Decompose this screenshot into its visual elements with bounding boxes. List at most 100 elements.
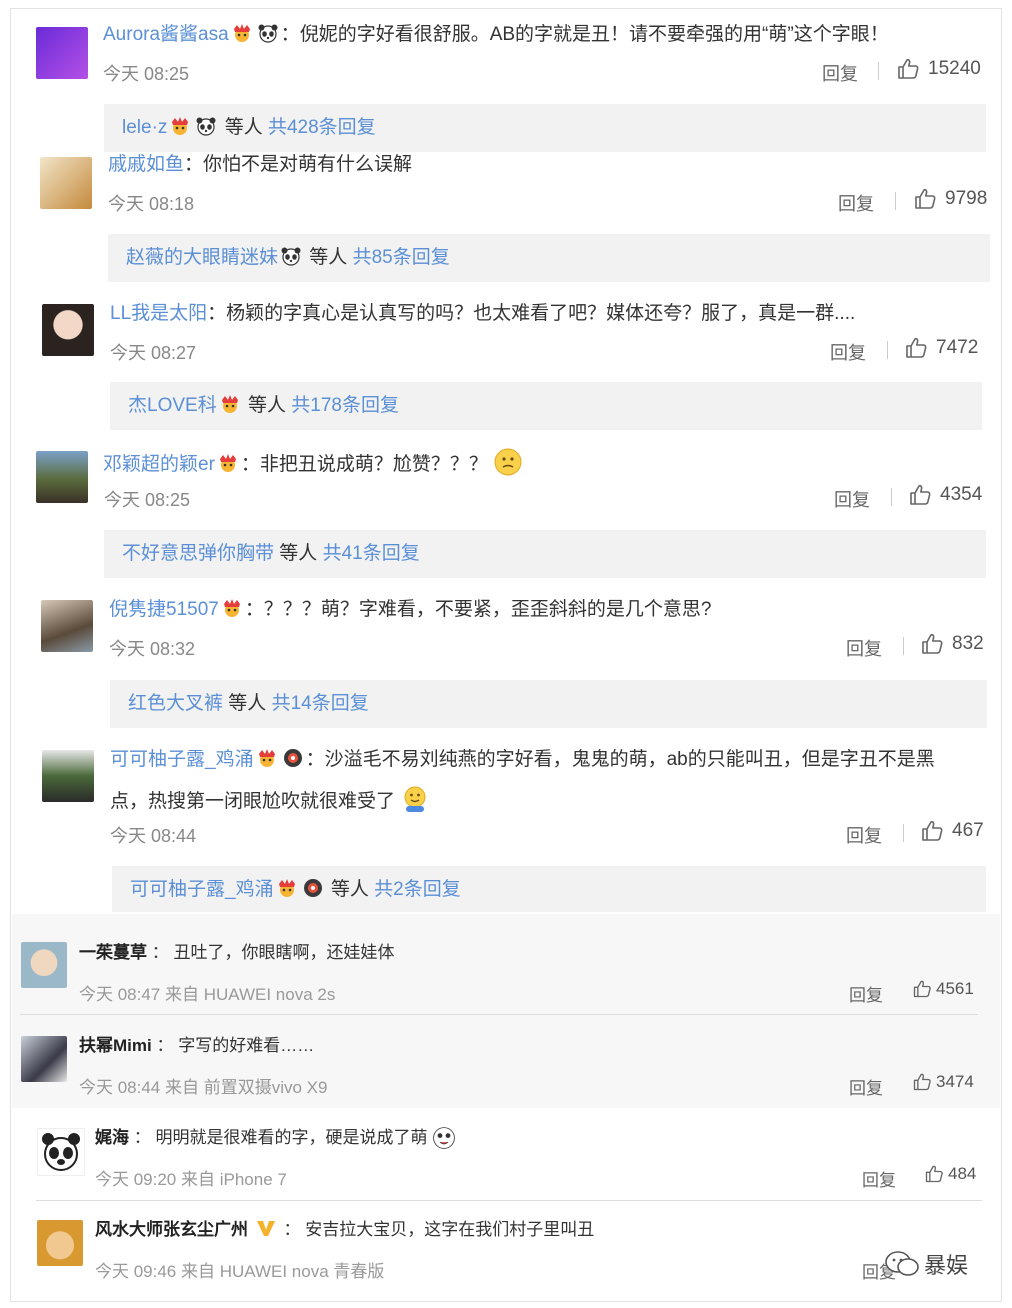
- reply-count-link[interactable]: 共85条回复: [353, 247, 450, 268]
- reply-button[interactable]: 回复: [846, 822, 882, 848]
- crown-badge-icon: [231, 23, 253, 43]
- thumb-up-icon: [920, 819, 944, 843]
- crown-badge-icon: [256, 748, 278, 768]
- sub-replies-box[interactable]: 红色大叉裤 等人 共14条回复: [110, 680, 987, 728]
- avatar[interactable]: [37, 1220, 83, 1266]
- like-button[interactable]: 7472: [904, 336, 978, 360]
- crown-badge-icon: [169, 116, 191, 136]
- like-button[interactable]: 484: [924, 1164, 976, 1184]
- divider: [903, 824, 904, 842]
- avatar[interactable]: [36, 27, 88, 79]
- reply-button[interactable]: 回复: [834, 486, 870, 512]
- reply-button[interactable]: 回复: [830, 339, 866, 365]
- comment-text: LL我是太阳：杨颖的字真心是认真写的吗？也太难看了吧？媒体还夸？服了，真是一群.…: [110, 301, 855, 327]
- reply-count-link[interactable]: 共428条回复: [268, 117, 376, 138]
- reply-count-link[interactable]: 共41条回复: [323, 543, 420, 564]
- avatar[interactable]: [40, 157, 92, 209]
- watermark-text: 暴娱: [924, 1253, 969, 1278]
- sub-user-name[interactable]: lele·z: [122, 117, 167, 138]
- reply-count-link[interactable]: 共2条回复: [374, 879, 461, 900]
- sub-replies-box[interactable]: 不好意思弹你胸带 等人 共41条回复: [104, 530, 986, 578]
- colon: ：: [240, 454, 260, 475]
- timestamp-source: 今天 08:44 来自 前置双摄vivo X9: [79, 1078, 328, 1097]
- avatar[interactable]: [21, 1036, 67, 1082]
- reply-count-link[interactable]: 共14条回复: [272, 693, 369, 714]
- others-label: 等人: [224, 117, 263, 138]
- sub-user-name[interactable]: 可可柚子露_鸡涌: [130, 879, 274, 900]
- others-label: 等人: [309, 247, 348, 268]
- user-name[interactable]: 邓颖超的颖er: [103, 454, 215, 475]
- like-count: 3474: [936, 1072, 974, 1091]
- comment-body-cont: 点，热搜第一闭眼尬吹就很难受了: [110, 791, 396, 812]
- reply-button[interactable]: 回复: [849, 1074, 883, 1099]
- user-name[interactable]: 倪隽捷51507: [109, 599, 219, 620]
- reply-button[interactable]: 回复: [862, 1166, 896, 1191]
- colon: ：: [283, 1220, 301, 1239]
- user-name[interactable]: 可可柚子露_鸡涌: [110, 749, 254, 770]
- like-button[interactable]: 3474: [912, 1072, 974, 1092]
- sub-user-name[interactable]: 红色大叉裤: [128, 693, 223, 714]
- user-name[interactable]: 一茱蔓草: [79, 943, 147, 962]
- sub-replies-box[interactable]: lele·z 等人 共428条回复: [104, 104, 986, 152]
- divider: [903, 637, 904, 655]
- panda-avatar-icon: [42, 1133, 80, 1171]
- comment-text: 娓海 ： 明明就是很难看的字，硬是说成了萌: [95, 1125, 456, 1151]
- like-count: 4354: [940, 484, 983, 505]
- like-count: 7472: [936, 337, 979, 358]
- crown-badge-icon: [276, 878, 298, 898]
- colon: ：: [280, 24, 300, 45]
- user-name[interactable]: 风水大师张玄尘广州: [95, 1220, 248, 1239]
- avatar[interactable]: [42, 304, 94, 356]
- like-button[interactable]: 4354: [908, 483, 982, 507]
- like-button[interactable]: 9798: [913, 187, 987, 211]
- sub-replies-box[interactable]: 可可柚子露_鸡涌 等人 共2条回复: [112, 866, 986, 912]
- like-button[interactable]: 15240: [896, 57, 981, 81]
- sub-user-name[interactable]: 不好意思弹你胸带: [122, 543, 274, 564]
- user-name[interactable]: 戚戚如鱼: [108, 154, 184, 175]
- others-label: 等人: [330, 879, 369, 900]
- user-name[interactable]: LL我是太阳: [110, 303, 207, 324]
- comment-body: 沙溢毛不易刘纯燕的字好看，鬼鬼的萌，ab的只能叫丑，但是字丑不是黑: [324, 749, 935, 770]
- comment-body: 字写的好难看……: [178, 1036, 315, 1055]
- verified-v-icon: [255, 1218, 277, 1238]
- like-button[interactable]: 4561: [912, 979, 974, 999]
- comment-text: 戚戚如鱼：你怕不是对萌有什么误解: [108, 152, 412, 178]
- user-name[interactable]: 扶幂Mimi: [79, 1036, 152, 1055]
- avatar[interactable]: [21, 942, 67, 988]
- thinking-emoji-icon: [494, 448, 522, 476]
- user-name[interactable]: Aurora酱酱asa: [103, 24, 229, 45]
- others-label: 等人: [279, 543, 318, 564]
- crown-badge-icon: [219, 394, 241, 414]
- sub-user-name[interactable]: 杰LOVE科: [128, 395, 217, 416]
- thumb-up-icon: [913, 187, 937, 211]
- reply-button[interactable]: 回复: [838, 190, 874, 216]
- others-label: 等人: [228, 693, 267, 714]
- sub-replies-box[interactable]: 杰LOVE科 等人 共178条回复: [110, 382, 982, 430]
- reply-button[interactable]: 回复: [846, 635, 882, 661]
- avatar[interactable]: [42, 750, 94, 802]
- timestamp: 今天 08:18: [108, 194, 195, 214]
- like-button[interactable]: 467: [920, 819, 984, 843]
- sub-user-name[interactable]: 赵薇的大眼睛迷妹: [126, 247, 278, 268]
- comment-text-cont: 点，热搜第一闭眼尬吹就很难受了: [110, 784, 430, 815]
- avatar[interactable]: [41, 600, 93, 652]
- others-label: 等人: [247, 395, 286, 416]
- like-button[interactable]: 832: [920, 632, 984, 656]
- avatar[interactable]: [37, 1128, 85, 1176]
- reply-button[interactable]: 回复: [822, 60, 858, 86]
- reply-count-link[interactable]: 共178条回复: [291, 395, 399, 416]
- user-name[interactable]: 娓海: [95, 1128, 129, 1147]
- thumb-up-icon: [920, 632, 944, 656]
- reply-button[interactable]: 回复: [849, 981, 883, 1006]
- divider: [36, 1200, 982, 1201]
- sub-replies-box[interactable]: 赵薇的大眼睛迷妹 等人 共85条回复: [108, 234, 990, 282]
- ball-badge-icon: [282, 748, 304, 768]
- timestamp-source: 今天 09:20 来自 iPhone 7: [95, 1170, 287, 1189]
- comment-text: 风水大师张玄尘广州 ： 安吉拉大宝贝，这字在我们村子里叫丑: [95, 1217, 594, 1243]
- comment-body: 杨颖的字真心是认真写的吗？也太难看了吧？媒体还夸？服了，真是一群....: [226, 303, 856, 324]
- avatar[interactable]: [36, 451, 88, 503]
- comment-body: 丑吐了，你眼瞎啊，还娃娃体: [173, 943, 395, 962]
- divider: [887, 341, 888, 359]
- comment-text: Aurora酱酱asa ：倪妮的字好看很舒服。AB的字就是丑！请不要牵强的用“萌”…: [103, 22, 889, 48]
- thumb-up-icon: [912, 979, 932, 999]
